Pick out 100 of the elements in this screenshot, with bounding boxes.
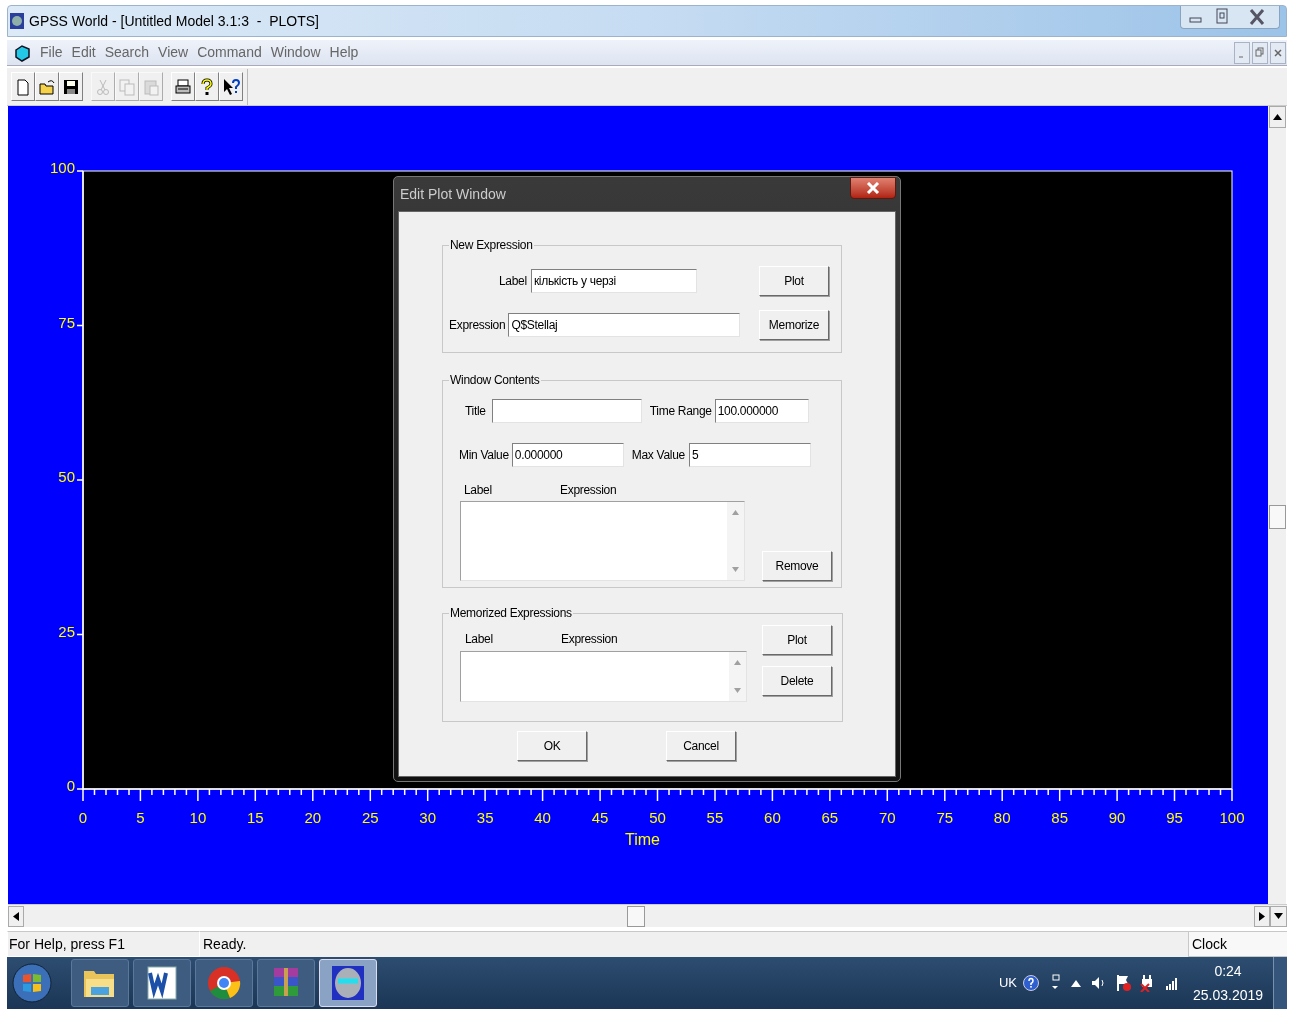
tick-label: 80	[993, 809, 1011, 826]
down-arrow-icon	[1274, 913, 1283, 919]
tick-label: 75	[58, 313, 75, 331]
menu-item[interactable]: Window	[270, 42, 321, 63]
field-label: Time Range	[649, 403, 712, 420]
scroll-down-button[interactable]	[1270, 905, 1287, 927]
language-indicator[interactable]: UK	[998, 973, 1017, 993]
taskbar-button[interactable]	[195, 959, 253, 1007]
tick-label: 45	[591, 809, 609, 826]
scroll-thumb[interactable]	[1268, 505, 1286, 529]
tick-label: 85	[1051, 809, 1068, 826]
column-header: Expression	[561, 631, 618, 648]
tick-label: 20	[304, 809, 322, 826]
button[interactable]: Memorize	[759, 310, 829, 340]
up-arrow-icon	[1272, 114, 1282, 120]
toolbar-button[interactable]	[59, 72, 83, 101]
tick-label: 100	[49, 159, 75, 176]
column-header: Label	[465, 631, 494, 648]
menu-item[interactable]: View	[158, 42, 189, 63]
group-label: New Expression	[449, 237, 534, 254]
menu-item[interactable]: Search	[104, 42, 150, 63]
tick-label: 35	[476, 809, 494, 826]
tick-label: 0	[66, 777, 75, 794]
tick-label: 50	[58, 468, 75, 485]
tick-label: 0	[78, 809, 88, 826]
text-field[interactable]: Q$Stellaj	[508, 313, 741, 337]
scroll-right-button[interactable]	[1254, 905, 1270, 927]
close-icon[interactable]	[1270, 41, 1286, 64]
horizontal-scrollbar[interactable]	[8, 904, 1287, 927]
pointer-help-icon	[221, 76, 241, 97]
flag-icon[interactable]	[1115, 974, 1131, 992]
menu-item[interactable]: Edit	[71, 42, 96, 63]
tick-label: 5	[136, 809, 145, 826]
tick-label: 100	[1219, 809, 1245, 826]
tick-label: 30	[419, 809, 437, 826]
tick-label: 90	[1108, 809, 1126, 826]
left-arrow-icon	[13, 911, 19, 921]
close-icon	[866, 182, 880, 194]
menu-item[interactable]: Command	[197, 42, 262, 63]
button[interactable]: Cancel	[666, 731, 736, 761]
signal-icon[interactable]	[1165, 976, 1179, 990]
title-field[interactable]	[491, 399, 642, 423]
show-hidden-icons[interactable]	[1071, 979, 1081, 987]
app-icon	[9, 12, 25, 30]
restore-icon[interactable]	[1252, 41, 1268, 64]
close-button[interactable]	[850, 177, 896, 199]
clock-time[interactable]: 0:24	[1214, 959, 1242, 983]
field-label: Title	[465, 403, 486, 420]
column-header: Label	[464, 482, 493, 499]
button[interactable]: Plot	[759, 266, 829, 296]
status-clock: Clock	[1188, 931, 1287, 957]
app-menu-icon	[13, 43, 31, 62]
button[interactable]: Plot	[762, 625, 832, 655]
column-header: Expression	[560, 482, 617, 499]
window-title: GPSS World - [Untitled Model 3.1:3 - PLOTS]	[29, 11, 319, 31]
taskbar-button[interactable]	[71, 959, 129, 1007]
tick-label: 25	[361, 809, 379, 826]
button[interactable]: Remove	[762, 551, 832, 581]
button[interactable]: OK	[517, 731, 587, 761]
field-label: Label	[499, 273, 527, 290]
tick-label: 40	[534, 809, 551, 826]
field-label: Expression	[449, 317, 506, 334]
help-icon[interactable]	[1023, 975, 1039, 991]
text-field[interactable]: кількість у черзі	[530, 269, 697, 293]
tick-label: 10	[189, 809, 207, 826]
scroll-up-button[interactable]	[1268, 106, 1286, 128]
power-plug-icon[interactable]	[1139, 974, 1155, 992]
tick-label: 55	[706, 809, 724, 826]
text-field[interactable]: 100.000000	[714, 399, 809, 423]
dialog-title: Edit Plot Window	[400, 184, 506, 204]
scroll-left-button[interactable]	[8, 905, 24, 927]
copy-icon	[117, 76, 137, 97]
clock-date[interactable]: 25.03.2019	[1192, 983, 1264, 1007]
tick-label: 65	[821, 809, 839, 826]
menu-item[interactable]: Help	[329, 42, 359, 63]
menu-item[interactable]: File	[40, 42, 63, 63]
tick-label: 95	[1166, 809, 1183, 826]
button[interactable]: Delete	[762, 666, 832, 696]
field-label: Max Value	[631, 447, 685, 464]
tick-label: 50	[649, 809, 666, 826]
vertical-scrollbar[interactable]	[1268, 106, 1286, 904]
tick-label: 60	[764, 809, 781, 826]
field-label: Min Value	[459, 447, 509, 464]
toolbar-button[interactable]	[195, 72, 219, 101]
scroll-thumb[interactable]	[627, 905, 645, 927]
group-label: Window Contents	[449, 372, 541, 389]
tick-label: 15	[247, 809, 264, 826]
windows-logo-icon	[12, 963, 52, 1003]
right-arrow-icon	[1259, 911, 1265, 921]
speaker-icon[interactable]	[1091, 975, 1107, 991]
text-field[interactable]: 0.000000	[511, 443, 624, 467]
windows-icon[interactable]	[1049, 974, 1061, 992]
toolbar-button[interactable]	[219, 72, 243, 101]
tick-label: 75	[936, 809, 954, 826]
printer-icon	[173, 76, 193, 97]
text-field[interactable]: 5	[688, 443, 811, 467]
tick-label: 70	[878, 809, 896, 826]
taskbar-button[interactable]	[133, 959, 191, 1007]
group-label: Memorized Expressions	[449, 605, 573, 622]
toolbar-button[interactable]	[171, 72, 195, 101]
